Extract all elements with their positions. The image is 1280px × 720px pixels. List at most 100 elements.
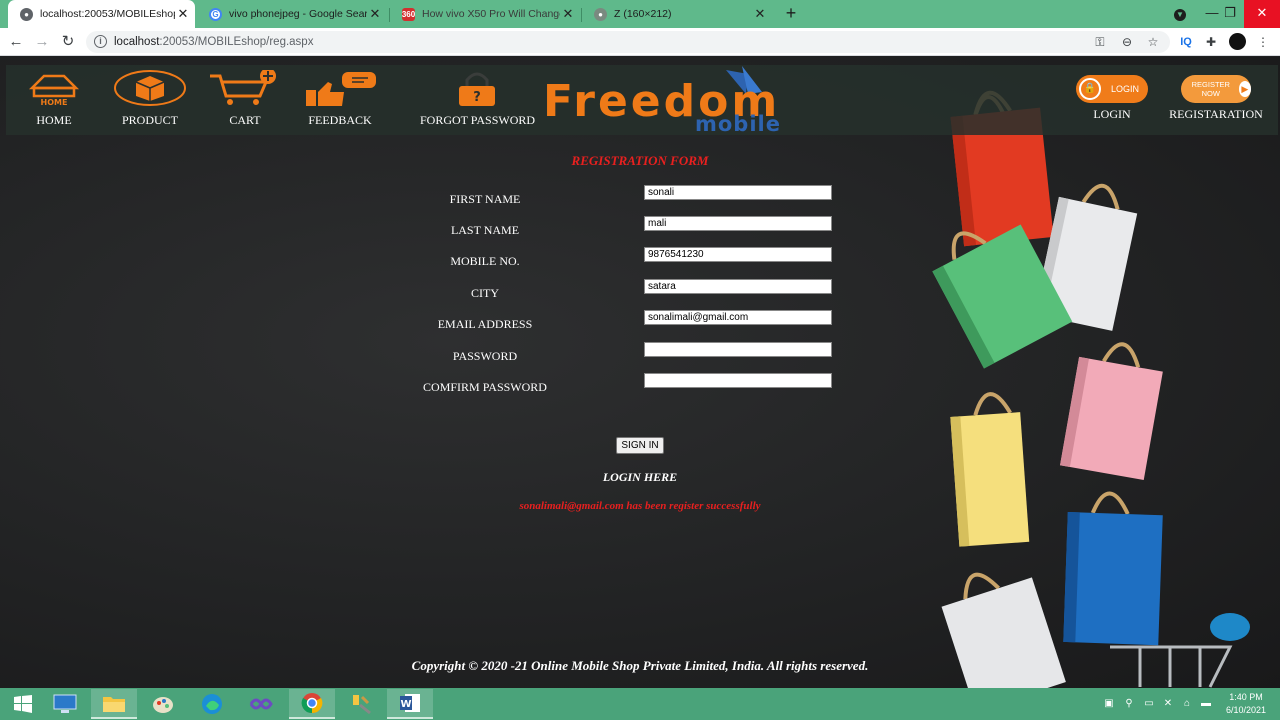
tab-registration[interactable]: ● localhost:20053/MOBILEshop/reg ✕ [8, 0, 195, 28]
clock-time: 1:40 PM [1229, 692, 1263, 702]
nav-cart[interactable]: CART [208, 68, 282, 128]
key-icon[interactable]: ⚿ [1091, 33, 1109, 51]
word-icon[interactable]: W [387, 689, 433, 719]
window-close-icon[interactable]: ✕ [1244, 0, 1280, 28]
edge-browser-icon[interactable] [189, 689, 235, 719]
confirm-password-label: COMFIRM PASSWORD [423, 380, 547, 394]
tab-title: localhost:20053/MOBILEshop/reg [40, 8, 175, 20]
tray-network-icon[interactable]: ⌂ [1180, 697, 1194, 711]
new-tab-button[interactable]: + [781, 3, 801, 23]
register-now-pill-button[interactable]: REGISTER NOW ▶ [1181, 75, 1251, 103]
file-explorer-icon[interactable] [91, 689, 137, 719]
web-page: HOME HOME PRODUCT CART FEEDBACK ? FORGOT… [0, 57, 1280, 688]
computer-icon[interactable] [42, 689, 88, 719]
forward-icon[interactable]: → [32, 32, 52, 52]
sign-in-button[interactable]: SIGN IN [616, 437, 664, 454]
nav-feedback-label: FEEDBACK [308, 113, 372, 127]
address-bar[interactable]: i localhost:20053/MOBILEshop/reg.aspx ⚿ … [86, 31, 1170, 53]
reload-icon[interactable]: ↻ [58, 32, 78, 52]
padlock-question-icon: ? [459, 72, 495, 106]
mobile-input[interactable]: 9876541230 [644, 247, 832, 262]
nav-product-label: PRODUCT [121, 113, 178, 127]
browser-tab-strip: ● localhost:20053/MOBILEshop/reg ✕ G viv… [0, 0, 1280, 28]
tray-usb-icon[interactable]: ⚲ [1122, 697, 1136, 711]
back-icon[interactable]: ← [6, 32, 26, 52]
email-input[interactable]: sonalimali@gmail.com [644, 310, 832, 325]
svg-text:W: W [400, 699, 411, 710]
tray-volume-icon[interactable]: ✕ [1161, 697, 1175, 711]
extensions-puzzle-icon[interactable]: ✚ [1202, 33, 1220, 51]
tray-keyboard-icon[interactable]: ▬ [1199, 697, 1213, 711]
close-tab-icon[interactable]: ✕ [175, 6, 191, 22]
site-icon: 360 [401, 7, 416, 21]
visual-studio-icon[interactable] [238, 689, 284, 719]
feedback-thumbs-up-icon [306, 72, 376, 106]
menu-kebab-icon[interactable]: ⋮ [1254, 33, 1272, 51]
chrome-icon[interactable] [289, 689, 335, 719]
clock-date: 6/10/2021 [1225, 705, 1267, 715]
tools-icon[interactable] [338, 689, 384, 719]
tray-app-icon[interactable]: ▣ [1102, 697, 1116, 711]
nav-home[interactable]: HOME HOME [22, 70, 86, 128]
iq-extension-icon[interactable]: IQ [1177, 33, 1195, 51]
register-pill-label: REGISTER NOW [1191, 80, 1230, 98]
google-icon: G [209, 7, 222, 21]
close-tab-icon[interactable]: ✕ [560, 6, 576, 22]
tab-google-search[interactable]: G vivo phonejpeg - Google Search ✕ [197, 0, 387, 28]
system-clock[interactable]: 1:40 PM 6/10/2021 [1216, 691, 1276, 717]
profile-avatar[interactable] [1228, 33, 1246, 51]
globe-icon: ● [20, 7, 33, 21]
nav-forgot-password[interactable]: ? FORGOT PASSWORD [420, 70, 536, 128]
nav-feedback[interactable]: FEEDBACK [302, 70, 378, 128]
nav-registration-label: REGISTARATION [1169, 107, 1263, 121]
home-icon: HOME [28, 74, 80, 107]
tab-title: vivo phonejpeg - Google Search [229, 8, 367, 20]
home-icon-caption: HOME [41, 98, 68, 106]
last-name-label: LAST NAME [450, 223, 520, 237]
city-label: CITY [471, 286, 499, 300]
close-tab-icon[interactable]: ✕ [367, 6, 383, 22]
nav-cart-label: CART [229, 113, 261, 127]
login-pill-label: LOGIN [1111, 84, 1140, 94]
info-icon[interactable]: i [94, 35, 107, 48]
windows-taskbar: W ▣ ⚲ ▭ ✕ ⌂ ▬ 1:40 PM 6/10/2021 [0, 688, 1280, 720]
restore-icon[interactable]: ❐ [1215, 0, 1245, 28]
nav-forgot-label: FORGOT PASSWORD [420, 113, 536, 127]
last-name-input[interactable]: mali [644, 216, 832, 231]
arrow-right-icon: ▶ [1238, 81, 1251, 97]
password-input[interactable] [644, 342, 832, 357]
first-name-input[interactable]: sonali [644, 185, 832, 200]
tray-battery-icon[interactable]: ▭ [1142, 697, 1156, 711]
brand-subtitle: mobile [695, 112, 781, 136]
footer-copyright: Copyright © 2020 -21 Online Mobile Shop … [411, 658, 869, 673]
paint-icon[interactable] [140, 689, 186, 719]
nav-registration[interactable]: REGISTER NOW ▶ REGISTARATION [1168, 75, 1264, 122]
login-here-link[interactable]: LOGIN HERE [540, 470, 740, 485]
close-tab-icon[interactable]: ✕ [752, 6, 768, 22]
svg-text:?: ? [473, 90, 481, 105]
form-title: REGISTRATION FORM [571, 153, 709, 168]
nav-product[interactable]: PRODUCT [112, 70, 188, 128]
start-windows-icon[interactable] [0, 689, 46, 719]
tab-search-icon[interactable]: ▼ [1165, 0, 1195, 28]
tab-vivo-article[interactable]: 360 How vivo X50 Pro Will Change th ✕ [390, 0, 580, 28]
cart-icon [210, 68, 276, 105]
confirm-password-input[interactable] [644, 373, 832, 388]
login-pill-button[interactable]: 🔒 LOGIN [1076, 75, 1148, 103]
nav-login-label: LOGIN [1093, 107, 1131, 121]
city-input[interactable]: satara [644, 279, 832, 294]
url-path: :20053/MOBILEshop/reg.aspx [159, 36, 314, 48]
zoom-icon[interactable]: ⊖ [1118, 33, 1136, 51]
shopping-bags-background [932, 90, 1250, 688]
tab-title: How vivo X50 Pro Will Change th [422, 8, 560, 20]
brand-logo: Freedom mobile [543, 62, 833, 137]
tab-image[interactable]: ● Z (160×212) ✕ [582, 0, 772, 28]
bookmark-star-icon[interactable]: ☆ [1144, 33, 1162, 51]
lock-icon: 🔒 [1079, 78, 1101, 100]
first-name-label: FIRST NAME [449, 192, 521, 206]
success-message: sonalimali@gmail.com has been register s… [519, 500, 761, 512]
nav-login[interactable]: 🔒 LOGIN LOGIN [1072, 75, 1152, 122]
globe-icon: ● [594, 7, 607, 21]
password-label: PASSWORD [452, 349, 518, 363]
url-text: localhost:20053/MOBILEshop/reg.aspx [114, 31, 313, 53]
